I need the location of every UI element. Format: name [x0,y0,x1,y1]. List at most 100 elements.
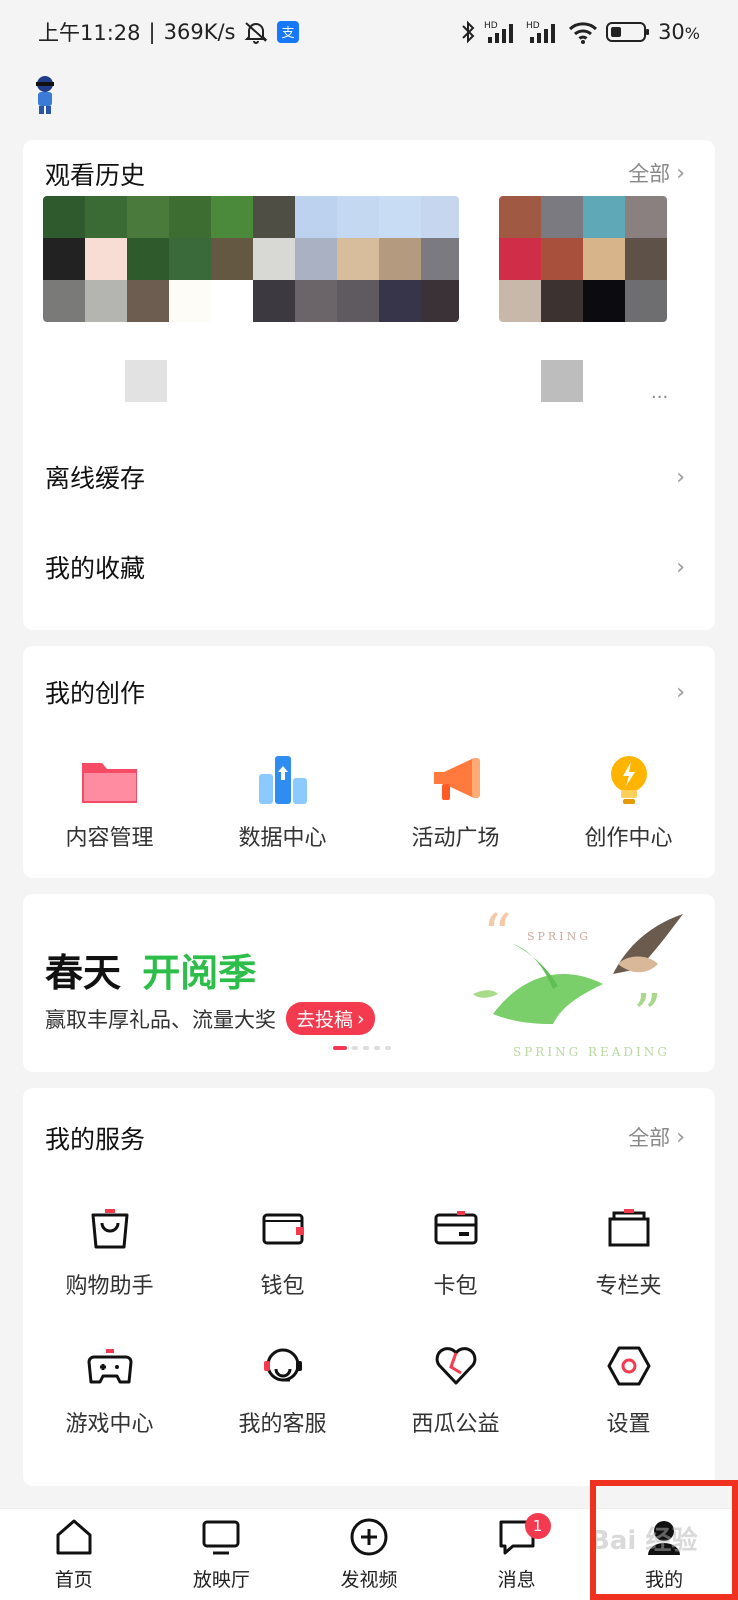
thumbnail-pixel [295,280,337,322]
thumbnail-pixel [253,238,295,280]
service-item-game-center[interactable]: 游戏中心 [23,1338,196,1438]
offline-cache-row[interactable]: 离线缓存 › [23,432,715,522]
service-item-label: 钱包 [260,1274,305,1299]
thumbnail-pixel [295,196,337,238]
thumbnail-pixel [541,238,583,280]
nav-home-label: 首页 [54,1569,93,1591]
chevron-right-icon: › [676,160,685,186]
services-all-link[interactable]: 全部 › [628,1122,685,1152]
services-title: 我的服务 [45,1125,146,1154]
nav-messages-label: 消息 [497,1569,536,1591]
thumbnail-pixel [421,238,459,280]
history-card: 观看历史 全部 › ... 离线缓存 › 我的收藏 › [23,140,715,630]
data-chart-icon [253,752,313,808]
thumbnail-pixel [169,196,211,238]
thumbnail-pixel [253,280,295,322]
service-item-label: 购物助手 [65,1274,154,1299]
network-speed: 369K/s [163,20,236,44]
service-item-card-pack[interactable]: 卡包 [369,1200,542,1300]
pagination-dot [352,1046,358,1050]
creation-header[interactable]: 我的创作 › [23,646,715,738]
creation-card: 我的创作 › 内容管理 数据中心 活动广场 创作中心 [23,646,715,878]
thumbnail-pixel [541,280,583,322]
banner-art: “ ” SPRING SPRING READING [453,894,715,1072]
history-thumbnail-1[interactable] [43,196,459,322]
thumbnail-pixel [253,196,295,238]
banner-art-text-2: SPRING READING [513,1045,670,1059]
status-divider: | [148,20,156,44]
thumbnail-pixel [499,280,541,322]
pagination-dot-active [333,1046,347,1050]
svg-text:HD: HD [526,21,540,31]
thumbnail-pixel [169,280,211,322]
thumbnail-pixel [169,238,211,280]
creation-item-label: 创作中心 [584,826,673,851]
nav-cinema-label: 放映厅 [192,1569,250,1591]
banner-title-green: 开阅季 [142,951,257,995]
nav-mine-label: 我的 [645,1569,684,1591]
history-title: 观看历史 [45,161,146,190]
history-more-dots: ... [651,382,669,403]
thumbnail-pixel [421,196,459,238]
thumbnail-pixel [211,238,253,280]
service-item-charity[interactable]: 西瓜公益 [369,1338,542,1438]
thumbnail-pixel [379,196,421,238]
creation-item-creator-center[interactable]: 创作中心 [542,752,715,852]
thumbnail-pixel [211,280,253,322]
service-item-label: 西瓜公益 [411,1412,500,1437]
thumbnail-pixel [127,280,169,322]
wallet-icon [253,1200,313,1256]
service-item-shopping-assistant[interactable]: 购物助手 [23,1200,196,1300]
service-item-label: 游戏中心 [65,1412,154,1437]
message-badge: 1 [524,1513,551,1539]
pagination-dot [363,1046,369,1050]
service-item-label: 卡包 [433,1274,478,1299]
banner-subtitle-row: 赢取丰厚礼品、流量大奖 去投稿 › [45,1002,375,1035]
service-item-label: 专栏夹 [595,1274,662,1299]
service-item-wallet[interactable]: 钱包 [196,1200,369,1300]
bluetooth-icon [460,19,476,45]
battery-level: 30% [658,20,700,44]
creation-item-label: 活动广场 [411,826,500,851]
thumbnail-pixel [583,280,625,322]
signal-hd-icon-2: HD [526,19,560,45]
lightbulb-icon [599,752,659,808]
megaphone-icon [426,752,486,808]
user-avatar[interactable] [28,74,62,116]
thumbnail-pixel [421,280,459,322]
service-item-column-folder[interactable]: 专栏夹 [542,1200,715,1300]
creation-item-activity-plaza[interactable]: 活动广场 [369,752,542,852]
service-item-label: 设置 [606,1412,651,1437]
submit-button[interactable]: 去投稿 › [286,1002,375,1035]
chevron-right-icon: › [357,1007,365,1030]
signal-hd-icon-1: HD [484,19,518,45]
banner-title-black: 春天 [45,951,122,995]
nav-home[interactable]: 首页 [14,1517,134,1592]
thumbnail-pixel [43,238,85,280]
card-icon [426,1200,486,1256]
history-thumbnail-2[interactable] [499,196,667,322]
creation-item-label: 内容管理 [65,826,154,851]
service-item-customer-service[interactable]: 我的客服 [196,1338,369,1438]
thumbnail-pixel [85,280,127,322]
plus-circle-icon [349,1517,389,1561]
thumbnail-pixel [379,238,421,280]
service-item-settings[interactable]: 设置 [542,1338,715,1438]
thumbnail-pixel [583,196,625,238]
history-all-link[interactable]: 全部 › [628,158,685,188]
thumbnail-pixel [541,196,583,238]
nav-post-video[interactable]: 发视频 [309,1517,429,1592]
settings-hex-icon [599,1338,659,1394]
thumbnail-pixel [379,280,421,322]
creation-item-content-management[interactable]: 内容管理 [23,752,196,852]
services-card: 我的服务 全部 › 购物助手 钱包 卡包 专栏夹 游戏中心 我的客服 西瓜公益 … [23,1088,715,1486]
banner-pagination [333,1046,391,1050]
favorites-row[interactable]: 我的收藏 › [23,522,715,612]
nav-cinema[interactable]: 放映厅 [161,1517,281,1592]
creation-item-data-center[interactable]: 数据中心 [196,752,369,852]
nav-messages[interactable]: 1 消息 [457,1513,577,1592]
service-item-label: 我的客服 [238,1412,327,1437]
submit-button-label: 去投稿 [296,1009,354,1031]
status-left: 上午11:28 | 369K/s 支 [38,17,300,47]
promo-banner[interactable]: 春天 开阅季 赢取丰厚礼品、流量大奖 去投稿 › “ ” SPRING SPRI… [23,894,715,1072]
